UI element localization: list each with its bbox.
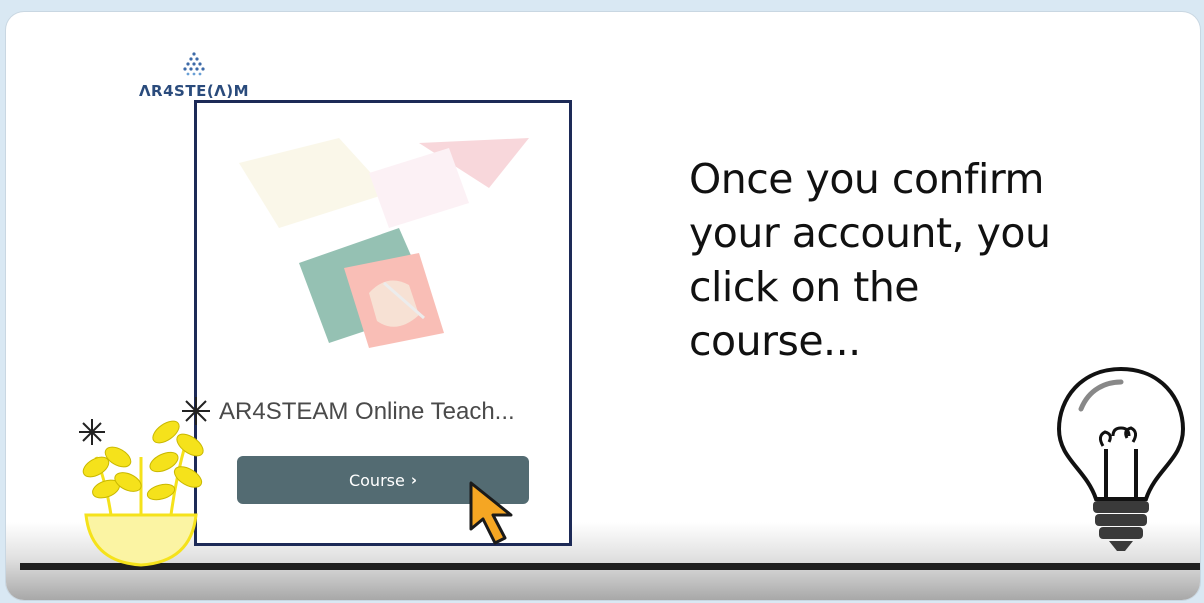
- caption-line: your account, you: [689, 209, 1051, 257]
- dot-triangle-logo-icon: [183, 52, 205, 76]
- course-title[interactable]: AR4STEAM Online Teach...: [219, 398, 515, 426]
- course-thumbnail[interactable]: [219, 133, 531, 361]
- brand-logo: ΛR4STE(Λ)M: [134, 50, 254, 100]
- caption-line: click on the: [689, 263, 920, 311]
- lightbulb-icon: [1056, 366, 1186, 551]
- logo-text: ΛR4STE(Λ)M: [138, 82, 250, 100]
- chevron-right-icon: ›: [410, 471, 418, 489]
- course-card[interactable]: AR4STEAM Online Teach... Course ›: [194, 100, 572, 546]
- course-button-label: Course: [348, 470, 405, 490]
- caption-line: Once you confirm: [689, 155, 1044, 203]
- instruction-caption: Once you confirm your account, you click…: [689, 152, 1119, 368]
- slide: ΛR4STE(Λ)M AR4STEAM Online Teach... Cour…: [6, 12, 1200, 600]
- caption-line: course...: [689, 317, 861, 365]
- potted-plant-icon: [79, 397, 210, 567]
- arrow-cursor-icon: [469, 481, 513, 545]
